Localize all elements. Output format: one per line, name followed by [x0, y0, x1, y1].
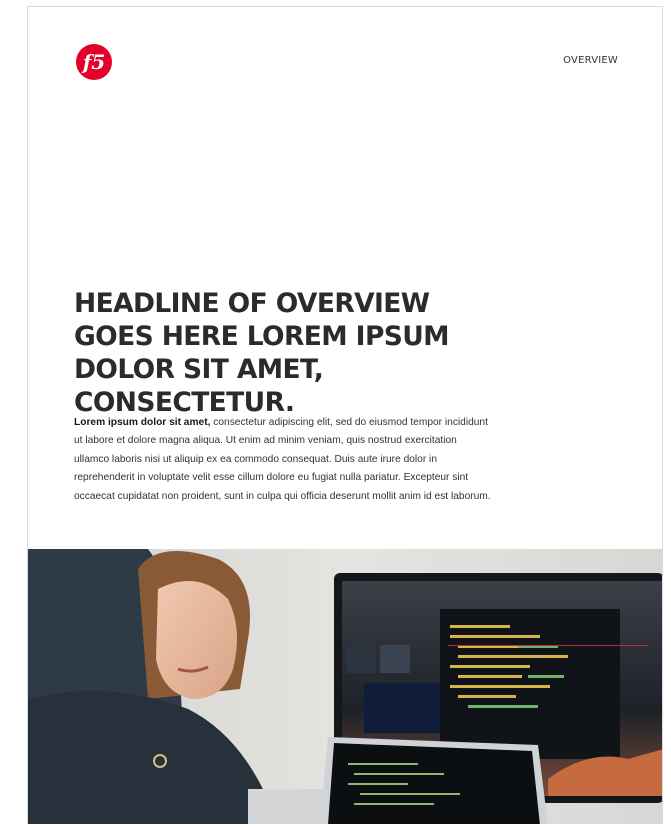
hero-photo [28, 549, 662, 824]
document-page: f5 OVERVIEW HEADLINE OF OVERVIEW GOES HE… [27, 6, 663, 824]
headline: HEADLINE OF OVERVIEW GOES HERE LOREM IPS… [74, 288, 450, 418]
logo-text: f5 [81, 50, 106, 74]
f5-logo: f5 [76, 44, 112, 80]
body-paragraph: Lorem ipsum dolor sit amet, consectetur … [74, 414, 494, 506]
body-lead: Lorem ipsum dolor sit amet, [74, 417, 211, 428]
body-text: consectetur adipiscing elit, sed do eius… [74, 417, 491, 502]
section-label: OVERVIEW [563, 55, 618, 66]
